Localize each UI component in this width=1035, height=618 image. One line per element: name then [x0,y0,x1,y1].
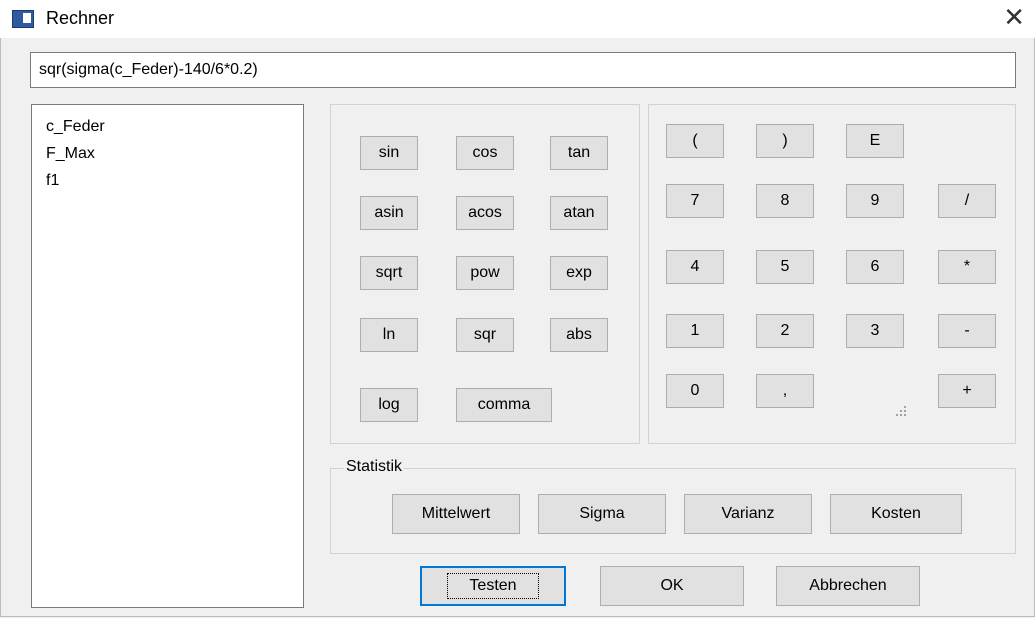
test-button-label: Testen [447,573,539,599]
kosten-button[interactable]: Kosten [830,494,962,534]
decimal-comma-button[interactable]: , [756,374,814,408]
digit-4-button[interactable]: 4 [666,250,724,284]
ok-button[interactable]: OK [600,566,744,606]
comma-function-button[interactable]: comma [456,388,552,422]
variable-list[interactable]: c_Feder F_Max f1 [31,104,304,608]
sin-button[interactable]: sin [360,136,418,170]
cos-button[interactable]: cos [456,136,514,170]
divide-button[interactable]: / [938,184,996,218]
plus-button[interactable]: + [938,374,996,408]
open-paren-button[interactable]: ( [666,124,724,158]
digit-6-button[interactable]: 6 [846,250,904,284]
cancel-button[interactable]: Abbrechen [776,566,920,606]
exp-button[interactable]: exp [550,256,608,290]
ln-button[interactable]: ln [360,318,418,352]
asin-button[interactable]: asin [360,196,418,230]
tan-button[interactable]: tan [550,136,608,170]
close-icon[interactable]: ✕ [1003,2,1025,33]
digit-0-button[interactable]: 0 [666,374,724,408]
acos-button[interactable]: acos [456,196,514,230]
variable-item[interactable]: f1 [46,167,303,194]
pow-button[interactable]: pow [456,256,514,290]
window-title: Rechner [46,8,115,28]
digit-2-button[interactable]: 2 [756,314,814,348]
variable-item[interactable]: F_Max [46,140,303,167]
multiply-button[interactable]: * [938,250,996,284]
sqr-button[interactable]: sqr [456,318,514,352]
digit-5-button[interactable]: 5 [756,250,814,284]
minus-button[interactable]: - [938,314,996,348]
title-bar: Rechner ✕ [0,0,1035,38]
exponent-button[interactable]: E [846,124,904,158]
abs-button[interactable]: abs [550,318,608,352]
mittelwert-button[interactable]: Mittelwert [392,494,520,534]
formula-input[interactable] [30,52,1016,88]
digit-9-button[interactable]: 9 [846,184,904,218]
statistik-label: Statistik [344,458,405,476]
digit-1-button[interactable]: 1 [666,314,724,348]
sigma-button[interactable]: Sigma [538,494,666,534]
log-button[interactable]: log [360,388,418,422]
variable-item[interactable]: c_Feder [46,113,303,140]
digit-8-button[interactable]: 8 [756,184,814,218]
varianz-button[interactable]: Varianz [684,494,812,534]
sqrt-button[interactable]: sqrt [360,256,418,290]
atan-button[interactable]: atan [550,196,608,230]
test-button[interactable]: Testen [420,566,566,606]
close-paren-button[interactable]: ) [756,124,814,158]
app-icon [12,10,34,28]
digit-7-button[interactable]: 7 [666,184,724,218]
digit-3-button[interactable]: 3 [846,314,904,348]
size-grip-icon [892,406,908,422]
